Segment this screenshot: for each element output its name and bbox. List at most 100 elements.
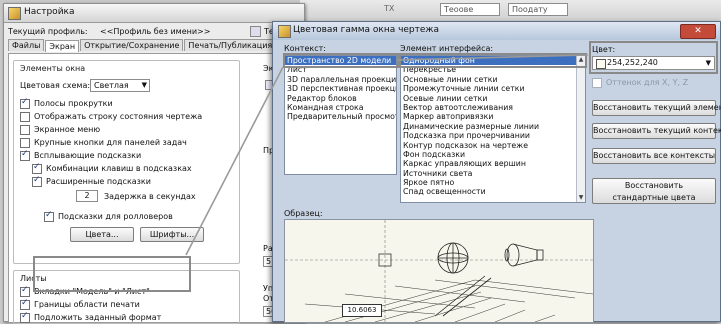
checkbox-icon (20, 137, 30, 148)
colors-button[interactable]: Цвета... (70, 227, 134, 242)
restore-context-button[interactable]: Восстановить текущий контекст (592, 123, 721, 139)
checkbox-scrollbars[interactable]: Полосы прокрутки (20, 97, 202, 110)
highlight-frame-color (589, 41, 718, 74)
close-icon: ✕ (694, 26, 702, 36)
background-fragment: ТХ (384, 4, 395, 13)
checkbox-icon (20, 285, 30, 297)
tab-open-save[interactable]: Открытие/Сохранение (80, 39, 184, 51)
checkbox-icon (20, 149, 30, 161)
checkbox-icon (20, 97, 30, 109)
element-item[interactable]: Осевые линии сетки (401, 94, 585, 103)
tab-files[interactable]: Файлы (8, 39, 45, 51)
preview-area: 10.6063 (284, 219, 594, 323)
checkbox-tooltips[interactable]: Всплывающие подсказки (20, 149, 202, 162)
element-item[interactable]: Спад освещенности (401, 187, 585, 196)
highlight-frame-context (283, 53, 399, 68)
close-button[interactable]: ✕ (680, 24, 716, 39)
scroll-down-icon[interactable]: ▼ (577, 194, 585, 202)
highlight-frame-colors (33, 256, 191, 292)
checkbox-label: Всплывающие подсказки (34, 151, 142, 160)
element-item[interactable]: Подсказка при прочерчивании (401, 131, 585, 140)
settings-titlebar[interactable]: Настройка (4, 4, 304, 23)
settings-title: Настройка (24, 7, 75, 17)
checkbox-label: Подсказки для ролловеров (58, 212, 173, 221)
checkbox-icon (592, 77, 602, 88)
element-item[interactable]: Источники света (401, 169, 585, 178)
element-item[interactable]: Промежуточные линии сетки (401, 84, 585, 93)
checkbox-paper-background[interactable]: Подложить заданный формат (20, 311, 161, 324)
checkbox-label: Подложить заданный формат (34, 313, 162, 322)
preview-label: Образец: (284, 209, 323, 218)
checkbox-rollover[interactable]: Подсказки для ролловеров (44, 210, 173, 223)
element-item[interactable]: Фон подсказки (401, 150, 585, 159)
checkbox-shortcut-keys[interactable]: Комбинации клавиш в подсказках (32, 162, 202, 175)
highlight-frame-element (399, 53, 587, 68)
context-label: Контекст: (284, 44, 326, 53)
checkbox-label: Комбинации клавиш в подсказках (46, 164, 192, 173)
window-checkbox-list: Полосы прокрутки Отображать строку состо… (20, 97, 202, 188)
checkbox-label: Отображать строку состояния чертежа (34, 112, 203, 121)
checkbox-icon (44, 210, 54, 222)
color-scheme-label: Цветовая схема: (20, 81, 91, 90)
profile-label: Текущий профиль: (8, 27, 88, 36)
fonts-button[interactable]: Шрифты... (140, 227, 204, 242)
element-item[interactable]: Каркас управляющих вершин (401, 159, 585, 168)
element-item[interactable]: Вектор автоотслеживания (401, 103, 585, 112)
element-scrollbar[interactable]: ▲ ▼ (576, 56, 585, 202)
checkbox-icon (20, 124, 30, 135)
element-item[interactable]: Маркер автопривязки (401, 112, 585, 121)
context-item-3d-parallel[interactable]: 3D параллельная проекция (285, 75, 396, 84)
context-listbox[interactable]: Пространство 2D модели Лист 3D параллель… (284, 55, 397, 175)
delay-label: Задержка в секундах (104, 192, 196, 201)
checkbox-label: Крупные кнопки для панелей задач (34, 138, 187, 147)
restore-all-button[interactable]: Восстановить все контексты (592, 148, 716, 164)
context-item-preview[interactable]: Предварительный просмотр (285, 112, 396, 121)
context-item-command-line[interactable]: Командная строка (285, 103, 396, 112)
checkbox-status-bar[interactable]: Отображать строку состояния чертежа (20, 110, 202, 123)
wireframe-sphere (437, 242, 469, 274)
scheme-titlebar[interactable]: Цветовая гамма окна чертежа ✕ (273, 22, 720, 40)
context-item-3d-perspective[interactable]: 3D перспективная проекция (285, 84, 396, 93)
checkbox-icon (32, 162, 42, 174)
checkbox-extended-tooltips[interactable]: Расширенные подсказки (32, 175, 202, 188)
checkbox-xyz-tint[interactable]: Оттенок для X, Y, Z (592, 76, 688, 89)
profile-icon (250, 26, 261, 37)
checkbox-print-area[interactable]: Границы области печати (20, 298, 161, 311)
element-item[interactable]: Яркое пятно (401, 178, 585, 187)
context-item-block-editor[interactable]: Редактор блоков (285, 94, 396, 103)
tab-display[interactable]: Экран (45, 40, 80, 52)
restore-element-button[interactable]: Восстановить текущий элемент (592, 100, 721, 116)
element-label: Элемент интерфейса: (400, 44, 494, 53)
checkbox-label: Полосы прокрутки (34, 99, 113, 108)
checkbox-label: Оттенок для X, Y, Z (606, 78, 689, 87)
window-elements-group: Элементы окна Цветовая схема: Светлая ▼ … (13, 60, 240, 264)
settings-dialog: Настройка Текущий профиль: <<Профиль без… (3, 3, 305, 324)
checkbox-icon (32, 175, 42, 187)
checkbox-icon (20, 298, 30, 310)
checkbox-screen-menu[interactable]: Экранное меню (20, 123, 202, 136)
background-field-2: Поодату (508, 3, 568, 16)
app-icon (8, 7, 21, 20)
profile-value: <<Профиль без имени>> (100, 27, 211, 36)
color-scheme-value: Светлая (94, 81, 129, 90)
element-item[interactable]: Динамические размерные линии (401, 122, 585, 131)
tab-plot-publish[interactable]: Печать/Публикация (184, 39, 277, 51)
element-item[interactable]: Основные линии сетки (401, 75, 585, 84)
element-listbox[interactable]: Однородный фон Перекрестье Основные лини… (400, 55, 586, 203)
dimension-tooltip: 10.6063 (342, 304, 382, 317)
restore-classic-button[interactable]: Восстановить стандартные цвета (592, 178, 716, 204)
preview-drawing (285, 220, 593, 322)
checkbox-large-buttons[interactable]: Крупные кнопки для панелей задач (20, 136, 202, 149)
spotlight-shape (504, 243, 544, 267)
checkbox-label: Расширенные подсказки (46, 177, 151, 186)
delay-input[interactable]: 2 (76, 190, 98, 202)
checkbox-icon (20, 111, 30, 122)
color-scheme-dialog: Цветовая гамма окна чертежа ✕ Контекст: … (272, 21, 721, 323)
background-window-strip: Теоове Поодату ТХ (300, 0, 721, 22)
scheme-title: Цветовая гамма окна чертежа (293, 25, 440, 35)
app-icon (278, 25, 291, 38)
color-scheme-select[interactable]: Светлая ▼ (90, 79, 150, 92)
background-field-1: Теоове (440, 3, 500, 16)
checkbox-icon (20, 311, 30, 323)
element-item[interactable]: Контур подсказок на чертеже (401, 141, 585, 150)
